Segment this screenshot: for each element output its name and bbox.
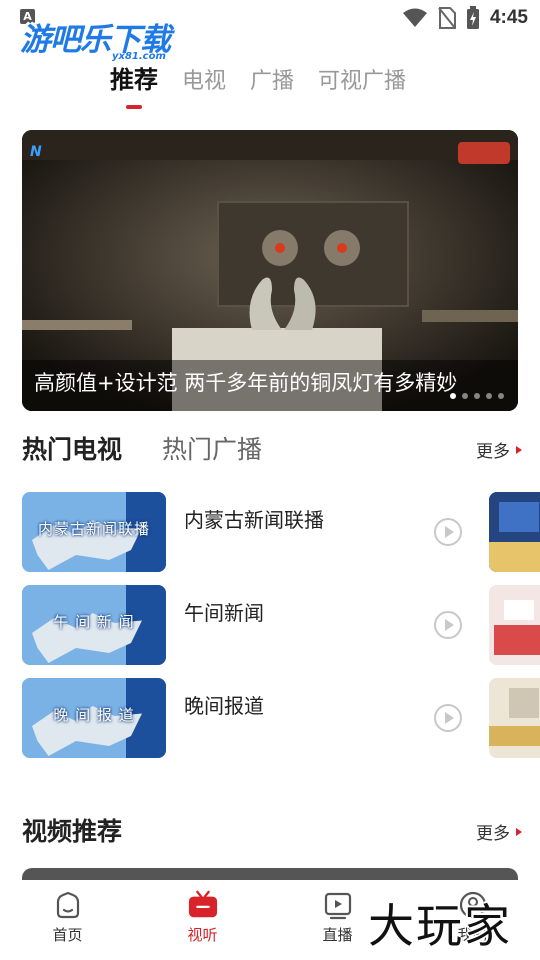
tab-recommend-label: 推荐 (110, 66, 158, 94)
tv-program-name[interactable]: 晚间报道 (184, 690, 264, 719)
banner-dot[interactable] (474, 393, 480, 399)
tv-icon (188, 890, 218, 920)
hot-section-header: 热门电视 热门广播 更多 (22, 430, 522, 470)
next-thumbnail-image (489, 585, 540, 665)
tab-radio[interactable]: 广播 (250, 63, 294, 95)
list-item[interactable]: 午 间 新 闻 午间新闻 (22, 585, 540, 667)
video-section-header: 视频推荐 更多 (22, 812, 522, 852)
live-play-icon (323, 890, 353, 920)
tv-thumb-label: 内蒙古新闻联播 (37, 520, 150, 538)
watermark-corner: 大玩家 (368, 899, 512, 953)
tab-tv-label: 电视 (182, 69, 227, 94)
nav-media-label: 视听 (187, 926, 218, 944)
banner-pagination (450, 393, 504, 399)
no-sim-icon (438, 7, 456, 29)
chevron-right-icon (516, 445, 522, 454)
list-item[interactable]: 晚 间 报 道 晚间报道 (22, 678, 540, 760)
video-more-label: 更多 (476, 824, 510, 844)
tv-program-name[interactable]: 内蒙古新闻联播 (184, 504, 324, 533)
list-item[interactable]: 内蒙古新闻联播 内蒙古新闻联播 (22, 492, 540, 574)
tab-visual-radio[interactable]: 可视广播 (318, 63, 406, 95)
video-section-title: 视频推荐 (22, 817, 123, 846)
hot-more-button[interactable]: 更多 (476, 437, 522, 462)
chevron-right-icon (516, 827, 522, 836)
news-channel-logo: N (30, 144, 42, 160)
nav-home-label: 首页 (52, 926, 83, 944)
banner-caption: 高颜值+设计范 两千多年前的铜凤灯有多精妙 (34, 371, 458, 395)
banner-dot[interactable] (450, 393, 456, 399)
play-icon[interactable] (434, 611, 462, 639)
play-icon[interactable] (434, 518, 462, 546)
wifi-icon (402, 8, 427, 27)
next-thumbnail[interactable] (489, 678, 540, 758)
program-badge (458, 142, 510, 164)
video-more-button[interactable]: 更多 (476, 819, 522, 844)
tv-thumbnail[interactable]: 午 间 新 闻 (22, 585, 166, 665)
tv-program-name[interactable]: 午间新闻 (184, 597, 264, 626)
next-thumbnail[interactable] (489, 585, 540, 665)
active-tab-indicator (126, 105, 142, 109)
hot-radio-tab[interactable]: 热门广播 (162, 430, 262, 466)
status-icons: 4:45 (402, 6, 528, 30)
next-thumbnail-image (489, 678, 540, 758)
tv-thumbnail[interactable]: 晚 间 报 道 (22, 678, 166, 758)
status-time: 4:45 (489, 7, 528, 28)
nav-home[interactable]: 首页 (0, 880, 135, 960)
tv-thumb-label: 午 间 新 闻 (53, 613, 135, 631)
nav-live-label: 直播 (322, 926, 353, 944)
banner-dot[interactable] (486, 393, 492, 399)
banner-dot[interactable] (462, 393, 468, 399)
next-thumbnail[interactable] (489, 492, 540, 572)
tab-visual-radio-label: 可视广播 (318, 69, 407, 94)
home-icon (53, 890, 83, 920)
play-icon[interactable] (434, 704, 462, 732)
hot-more-label: 更多 (476, 442, 510, 462)
top-tab-bar: 推荐 电视 广播 可视广播 (110, 55, 430, 109)
tab-tv[interactable]: 电视 (182, 63, 226, 95)
featured-banner[interactable]: N 高颜值+设计范 两千多年前的铜凤灯有多精妙 (22, 130, 518, 411)
banner-dot[interactable] (498, 393, 504, 399)
tv-thumb-label: 晚 间 报 道 (53, 706, 135, 724)
next-thumbnail-image (489, 492, 540, 572)
battery-charging-icon (466, 6, 479, 29)
nav-media[interactable]: 视听 (135, 880, 270, 960)
tab-recommend[interactable]: 推荐 (110, 60, 158, 109)
tv-thumbnail[interactable]: 内蒙古新闻联播 (22, 492, 166, 572)
tab-radio-label: 广播 (250, 69, 295, 94)
hot-tv-tab[interactable]: 热门电视 (22, 430, 122, 466)
screen: A 4:45 游吧乐下载 yx81.com 推荐 电视 广播 可视广播 N 高颜… (0, 0, 540, 960)
